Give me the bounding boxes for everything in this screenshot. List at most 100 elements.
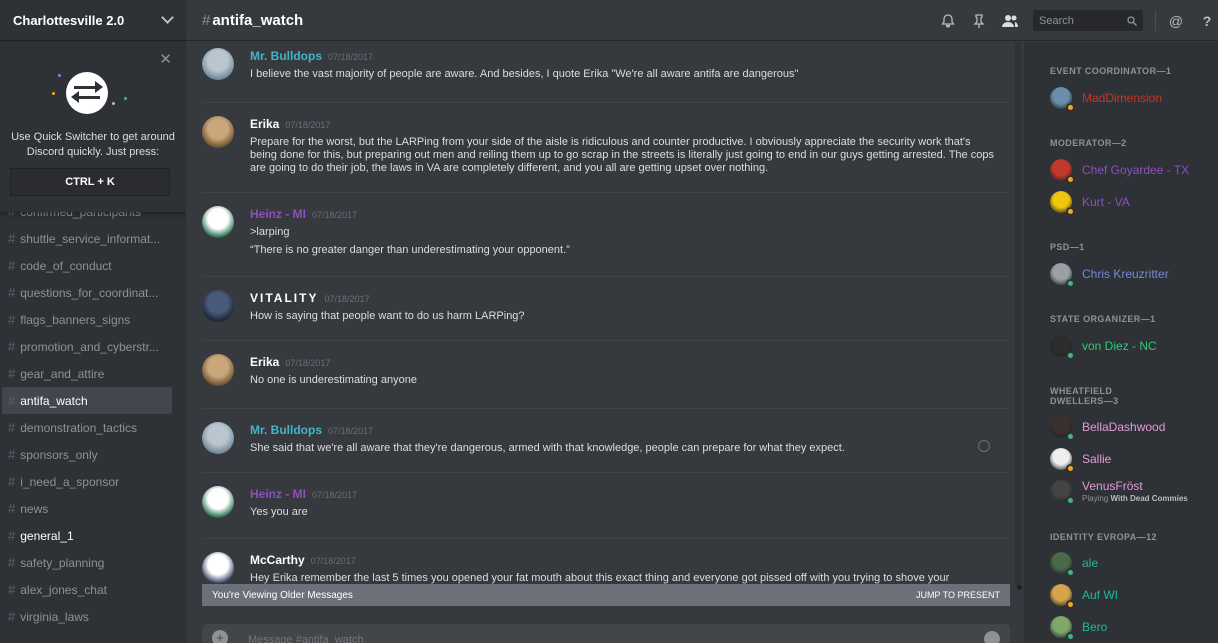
channel-item-general-1[interactable]: # general_1 [2,522,172,549]
member-info: von Diez - NC [1082,339,1157,353]
channel-item-flags-banners-signs[interactable]: # flags_banners_signs [2,306,172,333]
status-dot-icon [1066,351,1075,360]
search-input[interactable]: Search [1033,10,1143,31]
member-item[interactable]: Sallie [1050,445,1111,473]
message-input[interactable]: Message #antifa_watch [248,634,364,643]
message-divider [202,276,1008,277]
member-item[interactable]: Chef Goyardee - TX [1050,156,1189,184]
channel-item-i-need-a-sponsor[interactable]: # i_need_a_sponsor [2,468,172,495]
channel-item-antifa-watch[interactable]: # antifa_watch [2,387,172,414]
avatar[interactable] [1050,584,1075,609]
channel-item-safety-planning[interactable]: # safety_planning [2,549,172,576]
message-author[interactable]: Erika [250,117,279,131]
bell-icon[interactable] [940,13,956,29]
message-author[interactable]: Heinz - MI [250,487,306,501]
member-info: Bero [1082,620,1107,634]
avatar[interactable] [202,422,234,454]
message-header: Erika 07/18/2017 [250,115,1000,133]
member-item[interactable]: Auf WI [1050,581,1118,609]
member-item[interactable]: MadDimension [1050,84,1162,112]
channel-item-news[interactable]: # news [2,495,172,522]
add-reaction-icon[interactable] [978,440,990,452]
message-author[interactable]: VITALITY [250,291,318,305]
chevron-down-icon[interactable] [161,11,174,24]
channel-item-alex-jones-chat[interactable]: # alex_jones_chat [2,576,172,603]
hash-icon: # [8,528,16,543]
toolbar-divider [1155,10,1156,31]
at-icon[interactable]: @ [1168,13,1184,29]
avatar[interactable] [1050,159,1075,184]
shortcut-button[interactable]: CTRL + K [10,168,170,196]
channel-name: sponsors_only [20,447,98,462]
avatar[interactable] [1050,552,1075,577]
channel-header: # antifa_watch Search @ ? [186,0,1218,41]
message-author[interactable]: Mr. Bulldops [250,49,322,63]
avatar[interactable] [202,116,234,148]
member-info: Sallie [1082,452,1111,466]
channel-item-virginia-laws[interactable]: # virginia_laws [2,603,172,630]
message-timestamp: 07/18/2017 [310,556,356,566]
status-dot-icon [1066,600,1075,609]
avatar[interactable] [1050,263,1075,288]
member-item[interactable]: Chris Kreuzritter [1050,260,1169,288]
avatar[interactable] [202,354,234,386]
sparkle-icon [112,102,115,105]
message-author[interactable]: Mr. Bulldops [250,423,322,437]
scrollbar[interactable] [1015,42,1021,587]
close-icon[interactable]: ✕ [159,50,172,68]
emoji-icon[interactable] [984,631,1000,643]
channel-item-questions-for-coordinat[interactable]: # questions_for_coordinat... [2,279,172,306]
avatar[interactable] [202,552,234,584]
avatar[interactable] [1050,416,1075,441]
member-list: EVENT COORDINATOR—1 MadDimension MODERATOR… [1024,42,1218,643]
member-item[interactable]: Bero [1050,613,1107,641]
avatar[interactable] [202,290,234,322]
channel-item-shuttle-service-informat[interactable]: # shuttle_service_informat... [2,225,172,252]
avatar[interactable] [202,206,234,238]
channel-item-demonstration-tactics[interactable]: # demonstration_tactics [2,414,172,441]
avatar[interactable] [202,486,234,518]
avatar[interactable] [1050,335,1075,360]
member-info: Kurt - VA [1082,195,1130,209]
channel-item-sponsors-only[interactable]: # sponsors_only [2,441,172,468]
avatar[interactable] [202,48,234,80]
older-messages-text: You're Viewing Older Messages [212,589,353,601]
member-item[interactable]: BellaDashwood [1050,413,1165,441]
avatar[interactable] [1050,191,1075,216]
server-name: Charlottesville 2.0 [13,12,125,28]
channel-name: code_of_conduct [20,258,112,273]
upload-plus-icon[interactable]: + [212,630,228,643]
message-header: Erika 07/18/2017 [250,353,1000,371]
channel-item-code-of-conduct[interactable]: # code_of_conduct [2,252,172,279]
scrollbar-thumb[interactable] [1017,585,1022,590]
message-author[interactable]: Erika [250,355,279,369]
message-timestamp: 07/18/2017 [312,210,358,220]
message-composer[interactable]: + Message #antifa_watch [202,624,1010,643]
message-author[interactable]: Heinz - MI [250,207,306,221]
channel-name: virginia_laws [20,609,89,624]
avatar[interactable] [1050,616,1075,641]
message-author[interactable]: McCarthy [250,553,305,567]
help-icon[interactable]: ? [1199,13,1215,29]
server-header[interactable]: Charlottesville 2.0 [0,0,186,41]
member-item[interactable]: Kurt - VA [1050,188,1130,216]
member-name: Chris Kreuzritter [1082,267,1169,281]
member-item[interactable]: VenusFröst Playing With Dead Commies [1050,477,1188,505]
avatar[interactable] [1050,87,1075,112]
message-divider [202,472,1008,473]
channel-item-promotion-and-cyberstr[interactable]: # promotion_and_cyberstr... [2,333,172,360]
sparkle-icon [124,97,127,100]
avatar[interactable] [1050,448,1075,473]
member-item[interactable]: ale [1050,549,1098,577]
message-body: Erika 07/18/2017 No one is underestimating… [250,353,1000,387]
members-icon[interactable] [1002,13,1018,29]
pin-icon[interactable] [971,13,987,29]
member-name: Bero [1082,620,1108,634]
message-body: Heinz - MI 07/18/2017 >larping “There is no… [250,205,1000,257]
jump-to-present-button[interactable]: JUMP TO PRESENT [916,590,1000,600]
message-text: How is saying that people want to do us … [250,310,525,322]
channel-item-gear-and-attire[interactable]: # gear_and_attire [2,360,172,387]
member-item[interactable]: von Diez - NC [1050,332,1157,360]
quick-switcher-popup: ✕ Use Quick Switcher to get around Disco… [0,42,186,212]
avatar[interactable] [1050,480,1075,505]
